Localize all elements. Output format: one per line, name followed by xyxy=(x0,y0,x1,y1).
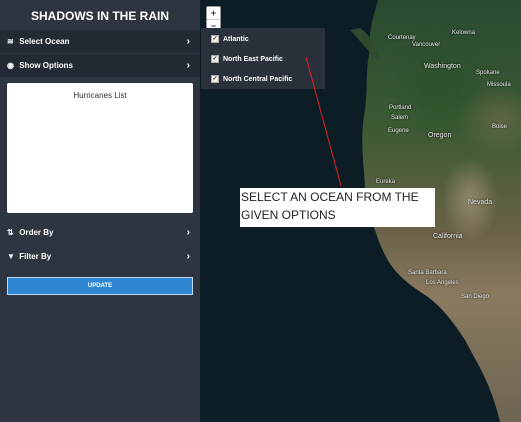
eye-icon: ◉ xyxy=(7,61,14,70)
chevron-right-icon: › xyxy=(186,251,190,262)
map-label: Washington xyxy=(424,63,461,70)
checkbox-checked-icon[interactable]: ✓ xyxy=(211,75,219,84)
map-label: Eureka xyxy=(376,179,396,185)
waves-icon: ≋ xyxy=(7,37,14,46)
sort-icon: ⇅ xyxy=(7,228,14,237)
zoom-in-button[interactable]: + xyxy=(207,7,220,20)
app-title: SHADOWS IN THE RAIN xyxy=(31,9,169,23)
select-ocean-label: Select Ocean xyxy=(19,37,70,46)
map-label: Boise xyxy=(492,124,508,130)
map-label: California xyxy=(433,233,463,240)
hurricanes-list-title: Hurricanes List xyxy=(73,91,127,100)
map-label: Courtenay xyxy=(388,35,416,41)
annotation-callout: SELECT AN OCEAN FROM THE GIVEN OPTIONS xyxy=(240,188,435,227)
map-label: Spokane xyxy=(476,70,500,76)
map-label: Missoula xyxy=(487,82,511,88)
ocean-option-label: North Central Pacific xyxy=(223,76,293,83)
ocean-option-north-east-pacific[interactable]: ✓ North East Pacific xyxy=(201,51,325,68)
ocean-option-atlantic[interactable]: ✓ Atlantic xyxy=(201,31,325,48)
chevron-right-icon: › xyxy=(186,227,190,238)
show-options-label: Show Options xyxy=(19,61,74,70)
map-label: Portland xyxy=(389,105,412,111)
ocean-options-dropdown: ✓ Atlantic ✓ North East Pacific ✓ North Cen… xyxy=(201,28,325,89)
checkbox-checked-icon[interactable]: ✓ xyxy=(211,55,219,64)
chevron-right-icon: › xyxy=(186,36,190,47)
sidebar: SHADOWS IN THE RAIN ≋ Select Ocean › ◉ S… xyxy=(0,0,200,422)
update-button[interactable]: UPDATE xyxy=(7,277,193,295)
chevron-right-icon: › xyxy=(186,60,190,71)
map-label: Eugene xyxy=(388,128,409,134)
checkbox-checked-icon[interactable]: ✓ xyxy=(211,35,219,44)
order-by-menu[interactable]: ⇅ Order By › xyxy=(0,221,200,244)
map-label: San Diego xyxy=(461,294,490,300)
ocean-option-label: North East Pacific xyxy=(223,56,283,63)
ocean-option-label: Atlantic xyxy=(223,36,249,43)
map-label: Nevada xyxy=(468,199,493,206)
filter-by-label: Filter By xyxy=(19,252,52,261)
hurricanes-list-panel: Hurricanes List xyxy=(7,83,193,213)
map-label: Salem xyxy=(391,115,409,121)
show-options-menu[interactable]: ◉ Show Options › xyxy=(0,54,200,77)
map-label: Los Angeles xyxy=(426,280,459,286)
select-ocean-menu[interactable]: ≋ Select Ocean › xyxy=(0,30,200,53)
ocean-option-north-central-pacific[interactable]: ✓ North Central Pacific xyxy=(201,71,325,88)
map-label: Oregon xyxy=(428,132,452,139)
order-by-label: Order By xyxy=(19,228,54,237)
map-label: Santa Barbara xyxy=(408,270,447,276)
filter-icon: ▼ xyxy=(7,252,15,261)
filter-by-menu[interactable]: ▼ Filter By › xyxy=(0,245,200,268)
map-label: Kelowna xyxy=(452,30,476,36)
map-label: Vancouver xyxy=(412,42,441,48)
